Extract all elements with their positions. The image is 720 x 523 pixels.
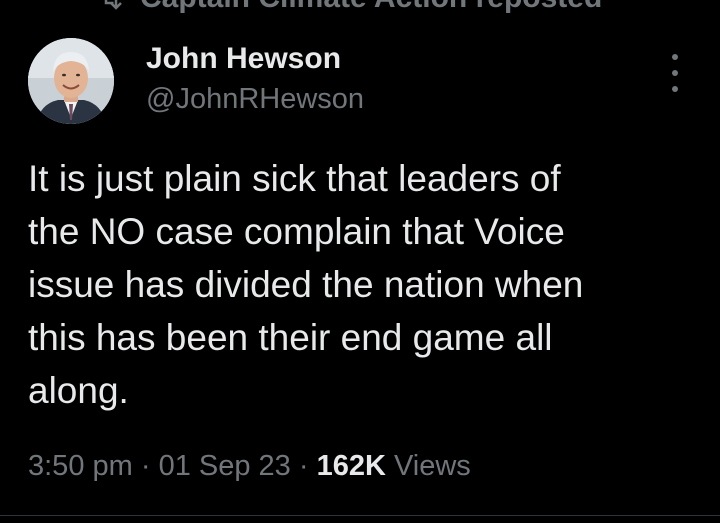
avatar-photo	[28, 38, 114, 124]
author-name[interactable]: John Hewson	[146, 40, 364, 78]
tweet-time[interactable]: 3:50 pm	[28, 450, 133, 482]
avatar[interactable]	[28, 38, 114, 124]
more-dot	[672, 70, 678, 76]
more-dot	[672, 86, 678, 92]
meta-separator: ·	[290, 450, 317, 482]
author-block[interactable]: John Hewson @JohnRHewson	[146, 40, 364, 118]
more-vertical-icon[interactable]	[664, 54, 686, 92]
divider	[0, 515, 720, 516]
author-handle[interactable]: @JohnRHewson	[146, 80, 364, 118]
repost-label: Captain Climate Action reposted	[140, 0, 602, 15]
views-label[interactable]: Views	[386, 450, 471, 482]
tweet-text: It is just plain sick that leaders of th…	[28, 158, 584, 411]
more-dot	[672, 54, 678, 60]
tweet-date[interactable]: 01 Sep 23	[159, 450, 291, 482]
views-count[interactable]: 162K	[317, 450, 386, 482]
tweet-meta: 3:50 pm · 01 Sep 23 · 162K Views	[28, 446, 471, 486]
repost-icon	[104, 0, 122, 10]
repost-header[interactable]: Captain Climate Action reposted	[96, 0, 602, 18]
meta-separator: ·	[132, 450, 159, 482]
